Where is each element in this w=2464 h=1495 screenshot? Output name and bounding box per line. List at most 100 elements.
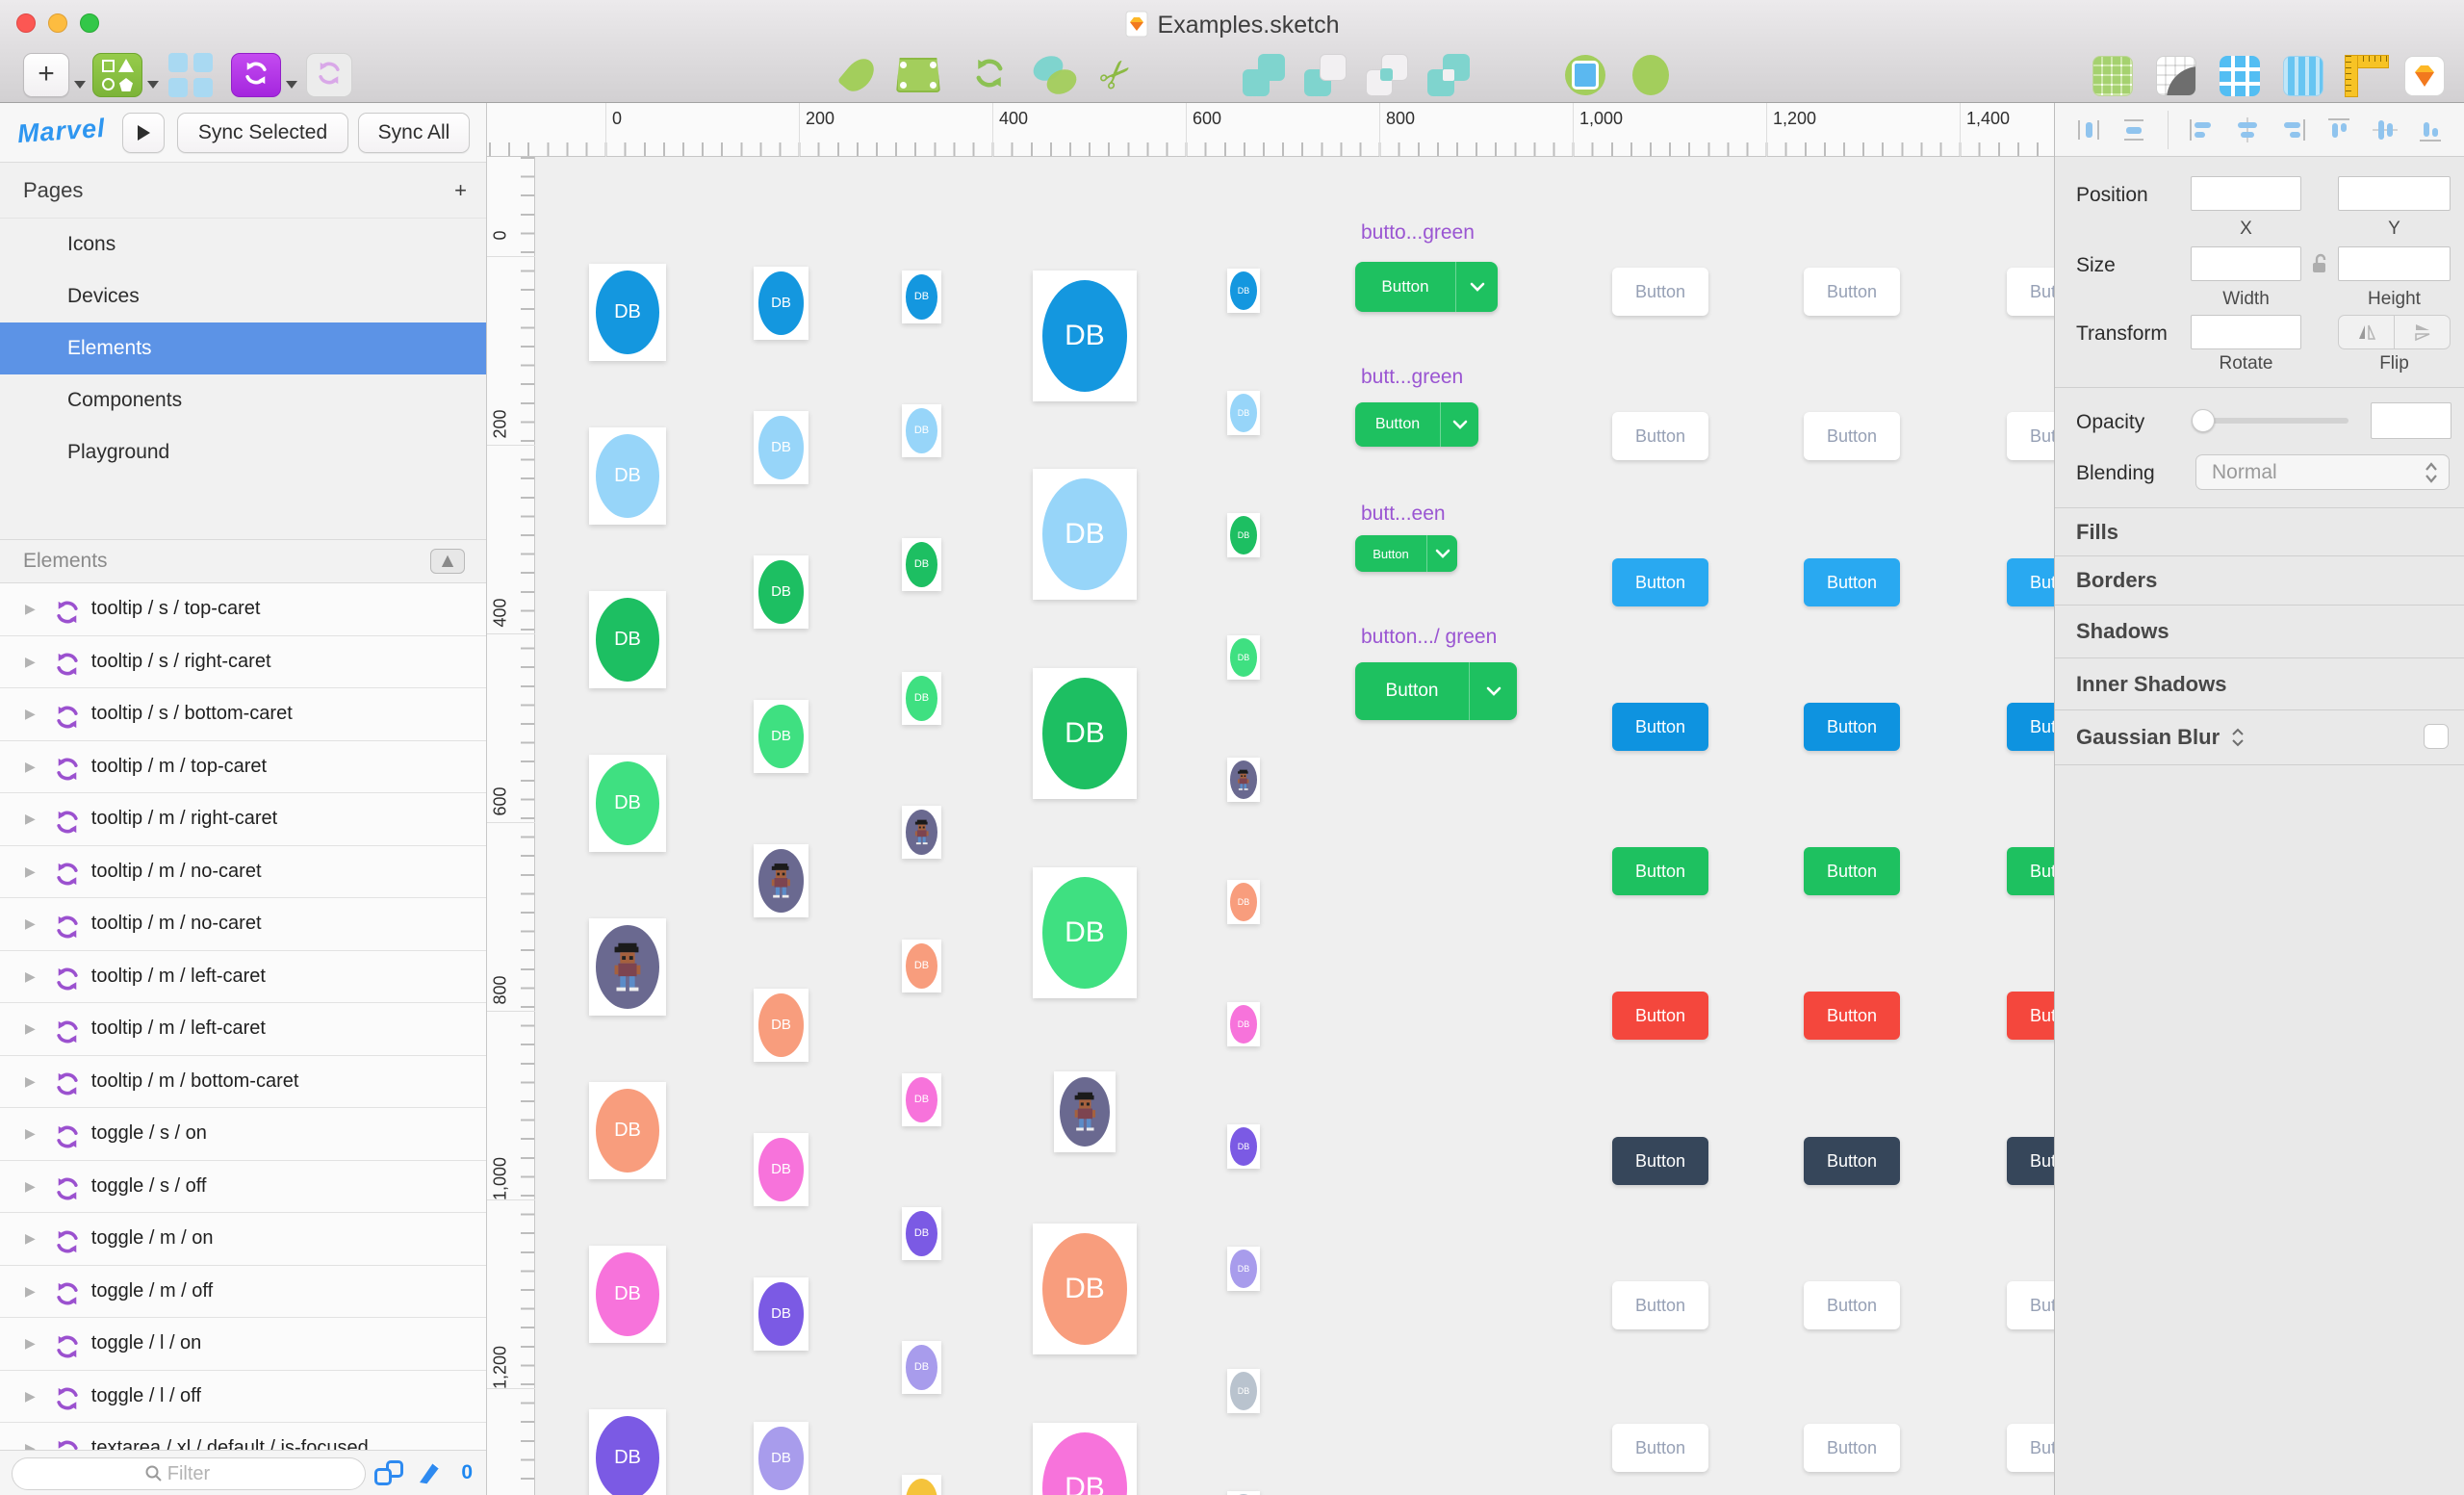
align-bottom-icon[interactable]	[2418, 117, 2443, 142]
inner-shadows-section[interactable]: Inner Shadows	[2055, 657, 2464, 709]
symbol-list-item[interactable]: ▶ tooltip / m / left-caret	[0, 1003, 486, 1056]
button-sample[interactable]: Button	[1612, 1281, 1708, 1329]
avatar-card[interactable]: DB	[589, 427, 666, 525]
play-button[interactable]	[122, 113, 165, 153]
avatar-card[interactable]: DB	[902, 271, 941, 323]
chevron-down-icon[interactable]	[1426, 535, 1457, 572]
symbol-list-item[interactable]: ▶ tooltip / s / right-caret	[0, 636, 486, 689]
sidebar-page-icons[interactable]: Icons	[0, 219, 486, 271]
dropdown-button[interactable]: Button	[1355, 262, 1498, 312]
chevron-down-icon[interactable]	[1440, 402, 1478, 447]
vector-edit-icon[interactable]	[893, 53, 943, 97]
symbol-list-item[interactable]: ▶ toggle / l / on	[0, 1318, 486, 1371]
disclosure-triangle-icon[interactable]: ▶	[25, 1230, 36, 1247]
button-sample[interactable]: Button	[2007, 412, 2054, 460]
disclosure-triangle-icon[interactable]: ▶	[25, 863, 36, 880]
avatar-card[interactable]: DB	[1033, 867, 1137, 998]
avatar-card[interactable]: DB	[1033, 668, 1137, 799]
lock-icon[interactable]	[2308, 252, 2331, 275]
avatar-card[interactable]: DB	[1227, 1002, 1260, 1046]
avatar-card[interactable]: DB	[1227, 1124, 1260, 1169]
columns-icon[interactable]	[2281, 55, 2325, 97]
button-sample[interactable]: Button	[1612, 412, 1708, 460]
symbol-list-item[interactable]: ▶ toggle / m / off	[0, 1266, 486, 1319]
dropdown-button[interactable]: Button	[1355, 535, 1457, 572]
avatar-card[interactable]: DB	[589, 264, 666, 361]
button-sample[interactable]: Button	[1804, 558, 1900, 606]
avatar-card[interactable]: DB	[1227, 1247, 1260, 1291]
disclosure-triangle-icon[interactable]: ▶	[25, 759, 36, 775]
dropdown-button[interactable]: Button	[1355, 662, 1517, 720]
duplicate-page-icon[interactable]	[374, 1460, 403, 1485]
sidebar-page-devices[interactable]: Devices	[0, 271, 486, 322]
avatar-card[interactable]	[589, 918, 666, 1016]
button-sample[interactable]: Button	[2007, 1424, 2054, 1472]
insert-plus-icon[interactable]: +	[23, 53, 69, 97]
sync-all-button[interactable]: Sync All	[358, 113, 470, 153]
vertical-ruler[interactable]: 02004006008001,0001,200	[487, 157, 535, 1495]
button-sample[interactable]: Button	[1804, 1424, 1900, 1472]
avatar-card[interactable]: DB	[1033, 1224, 1137, 1354]
button-sample[interactable]: Button	[2007, 992, 2054, 1040]
size-height-input[interactable]	[2338, 246, 2451, 281]
position-y-input[interactable]	[2338, 176, 2451, 211]
transform-rotate-input[interactable]	[2191, 315, 2301, 349]
sync-selected-button[interactable]: Sync Selected	[177, 113, 348, 153]
chevron-down-icon[interactable]	[1469, 662, 1517, 720]
avatar-card[interactable]: DB	[1033, 469, 1137, 600]
gaussian-blur-checkbox[interactable]	[2424, 724, 2449, 749]
avatar-card[interactable]: DB	[1227, 1369, 1260, 1413]
disclosure-triangle-icon[interactable]: ▶	[25, 811, 36, 827]
pen-tool-icon[interactable]	[415, 1458, 444, 1487]
button-sample[interactable]: Button	[2007, 558, 2054, 606]
borders-section[interactable]: Borders	[2055, 555, 2464, 605]
sync-symbols-icon[interactable]	[231, 53, 281, 97]
symbol-list-item[interactable]: ▶ toggle / s / on	[0, 1108, 486, 1161]
align-left-icon[interactable]	[2189, 117, 2214, 142]
sync-caret-icon[interactable]	[286, 81, 297, 89]
horizontal-ruler[interactable]: 02004006008001,0001,2001,400	[487, 103, 2054, 157]
button-sample[interactable]: Button	[2007, 1137, 2054, 1185]
avatar-card[interactable]	[1227, 758, 1260, 802]
avatar-card[interactable]: DB	[589, 1246, 666, 1343]
flatten-icon[interactable]	[1627, 53, 1675, 97]
button-sample[interactable]: Button	[1612, 847, 1708, 895]
dropdown-button[interactable]: Button	[1355, 402, 1478, 447]
blur-type-chevrons-icon[interactable]	[2231, 727, 2245, 748]
disclosure-triangle-icon[interactable]: ▶	[25, 968, 36, 985]
blending-select[interactable]: Normal	[2195, 454, 2450, 490]
opacity-input[interactable]	[2371, 402, 2451, 439]
avatar-card[interactable]: DB	[589, 591, 666, 688]
avatar-card[interactable]: DB	[1227, 513, 1260, 557]
artboard-icon[interactable]	[166, 53, 216, 97]
symbol-list-item[interactable]: ▶ toggle / s / off	[0, 1161, 486, 1214]
disclosure-triangle-icon[interactable]: ▶	[25, 1178, 36, 1195]
symbol-list-item[interactable]: ▶ tooltip / m / top-caret	[0, 741, 486, 794]
avatar-card[interactable]: DB	[754, 989, 808, 1062]
scissors-icon[interactable]: ✂	[1093, 53, 1140, 97]
button-sample[interactable]: Button	[1804, 1137, 1900, 1185]
symbol-list-item[interactable]: ▶ textarea / xl / default / is-focused	[0, 1423, 486, 1450]
subtract-icon[interactable]	[1301, 53, 1349, 97]
disclosure-triangle-icon[interactable]: ▶	[25, 915, 36, 932]
button-sample[interactable]: Button	[1804, 992, 1900, 1040]
align-right-icon[interactable]	[2281, 117, 2306, 142]
symbol-list-item[interactable]: ▶ tooltip / m / bottom-caret	[0, 1056, 486, 1109]
distribute-vertical-icon[interactable]	[2121, 117, 2146, 142]
align-middle-vertical-icon[interactable]	[2373, 117, 2398, 142]
button-sample[interactable]: Button	[1612, 268, 1708, 316]
opacity-slider-track[interactable]	[2197, 418, 2348, 424]
avatar-card[interactable]: DB	[1033, 271, 1137, 401]
oval-tools-icon[interactable]	[1030, 53, 1080, 97]
rulers-icon[interactable]	[2343, 55, 2391, 97]
layout-grid-icon[interactable]	[2218, 55, 2262, 97]
disclosure-triangle-icon[interactable]: ▶	[25, 601, 36, 617]
artboard-title[interactable]: butt...green	[1361, 366, 1463, 389]
avatar-card[interactable]: DB	[754, 555, 808, 629]
avatar-card[interactable]: DB	[1227, 391, 1260, 435]
disclosure-triangle-icon[interactable]: ▶	[25, 1335, 36, 1352]
sidebar-page-elements[interactable]: Elements	[0, 322, 486, 374]
shadows-section[interactable]: Shadows	[2055, 605, 2464, 657]
symbol-list-item[interactable]: ▶ toggle / m / on	[0, 1213, 486, 1266]
avatar-card[interactable]: DB	[902, 538, 941, 591]
